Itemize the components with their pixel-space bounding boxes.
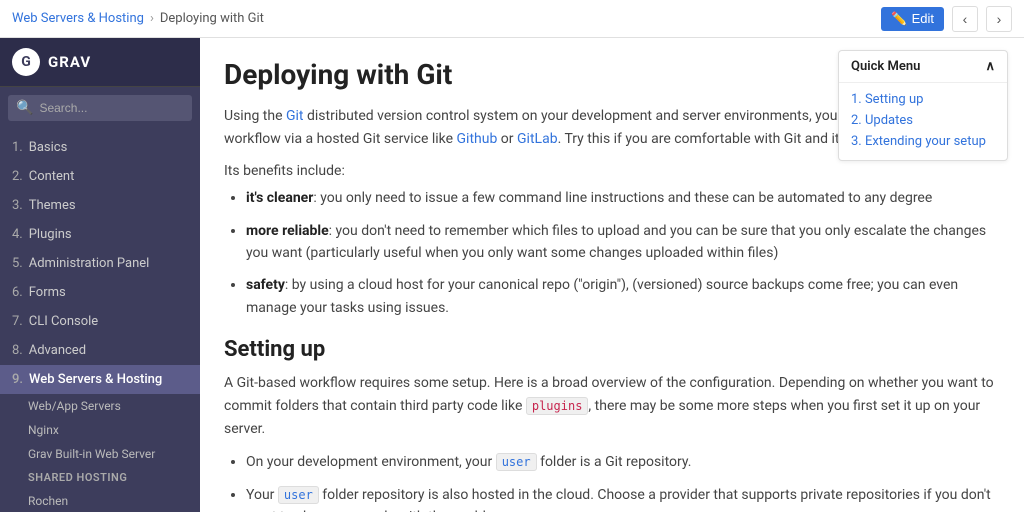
top-navigation: Web Servers & Hosting › Deploying with G… xyxy=(0,0,1024,38)
breadcrumb-separator: › xyxy=(150,11,154,26)
edit-button[interactable]: ✏️ Edit xyxy=(881,7,944,31)
benefit-item-cleaner: it's cleaner: you only need to issue a f… xyxy=(246,187,1000,209)
nav-actions: ✏️ Edit ‹ › xyxy=(881,6,1012,32)
sidebar-item-forms[interactable]: 6. Forms xyxy=(0,278,200,307)
breadcrumb-link[interactable]: Web Servers & Hosting xyxy=(12,11,144,26)
quick-menu-header: Quick Menu ∧ xyxy=(839,51,1007,83)
setup-item-1: On your development environment, your us… xyxy=(246,451,1000,473)
search-input[interactable] xyxy=(39,101,194,115)
prev-button[interactable]: ‹ xyxy=(952,6,978,32)
sidebar: G GRAV 🔍 CTRL+K v1.6 1. Basics 2. Conten… xyxy=(0,38,200,512)
sidebar-sub-rochen[interactable]: Rochen xyxy=(16,489,200,512)
quick-menu-list: 1. Setting up 2. Updates 3. Extending yo… xyxy=(839,83,1007,160)
sidebar-item-advanced[interactable]: 8. Advanced xyxy=(0,336,200,365)
search-icon: 🔍 xyxy=(16,100,33,116)
sidebar-item-content[interactable]: 2. Content xyxy=(0,162,200,191)
sidebar-item-plugins[interactable]: 4. Plugins xyxy=(0,220,200,249)
sidebar-sub-web: Web/App Servers Nginx Grav Built-in Web … xyxy=(0,394,200,512)
quick-menu-item-2[interactable]: 2. Updates xyxy=(851,110,995,131)
sidebar-item-basics[interactable]: 1. Basics xyxy=(0,133,200,162)
next-button[interactable]: › xyxy=(986,6,1012,32)
breadcrumb-current: Deploying with Git xyxy=(160,11,264,26)
setup-list: On your development environment, your us… xyxy=(224,451,1000,512)
logo-icon: G xyxy=(12,48,40,76)
sidebar-sub-nginx[interactable]: Nginx xyxy=(16,418,200,442)
gitlab-link[interactable]: GitLab xyxy=(517,131,558,147)
main-layout: G GRAV 🔍 CTRL+K v1.6 1. Basics 2. Conten… xyxy=(0,38,1024,512)
setup-item-2: Your user folder repository is also host… xyxy=(246,484,1000,512)
setup-paragraph-1: A Git-based workflow requires some setup… xyxy=(224,372,1000,441)
sidebar-sub-grav-builtin[interactable]: Grav Built-in Web Server xyxy=(16,442,200,466)
quick-menu-item-1[interactable]: 1. Setting up xyxy=(851,89,995,110)
benefit-item-safety: safety: by using a cloud host for your c… xyxy=(246,274,1000,319)
sidebar-sub-webapp[interactable]: Web/App Servers xyxy=(16,394,200,418)
edit-icon: ✏️ xyxy=(891,11,907,27)
user-code-1[interactable]: user xyxy=(496,453,537,471)
sidebar-logo: G GRAV xyxy=(0,38,200,87)
sidebar-section-shared: Shared Hosting xyxy=(16,466,200,489)
quick-menu-item-3[interactable]: 3. Extending your setup xyxy=(851,131,995,152)
sidebar-nav: 1. Basics 2. Content 3. Themes 4. Plugin… xyxy=(0,129,200,512)
benefit-item-reliable: more reliable: you don't need to remembe… xyxy=(246,220,1000,265)
breadcrumb: Web Servers & Hosting › Deploying with G… xyxy=(12,11,881,26)
logo-text: GRAV xyxy=(48,53,91,71)
plugins-code: plugins xyxy=(526,397,589,415)
section-setting-up: Setting up xyxy=(224,337,1000,362)
sidebar-item-web-servers[interactable]: 9. Web Servers & Hosting xyxy=(0,365,200,394)
content-area: Quick Menu ∧ 1. Setting up 2. Updates 3.… xyxy=(200,38,1024,512)
sidebar-search-container[interactable]: 🔍 CTRL+K v1.6 xyxy=(8,95,192,121)
git-link[interactable]: Git xyxy=(286,108,304,124)
benefits-label: Its benefits include: xyxy=(224,163,1000,179)
sidebar-item-admin[interactable]: 5. Administration Panel xyxy=(0,249,200,278)
benefits-list: it's cleaner: you only need to issue a f… xyxy=(224,187,1000,319)
sidebar-item-cli[interactable]: 7. CLI Console xyxy=(0,307,200,336)
user-code-2[interactable]: user xyxy=(278,486,319,504)
sidebar-item-themes[interactable]: 3. Themes xyxy=(0,191,200,220)
github-link[interactable]: Github xyxy=(457,131,498,147)
quick-menu-title: Quick Menu xyxy=(851,59,920,74)
quick-menu-collapse-icon[interactable]: ∧ xyxy=(985,59,995,74)
quick-menu: Quick Menu ∧ 1. Setting up 2. Updates 3.… xyxy=(838,50,1008,161)
